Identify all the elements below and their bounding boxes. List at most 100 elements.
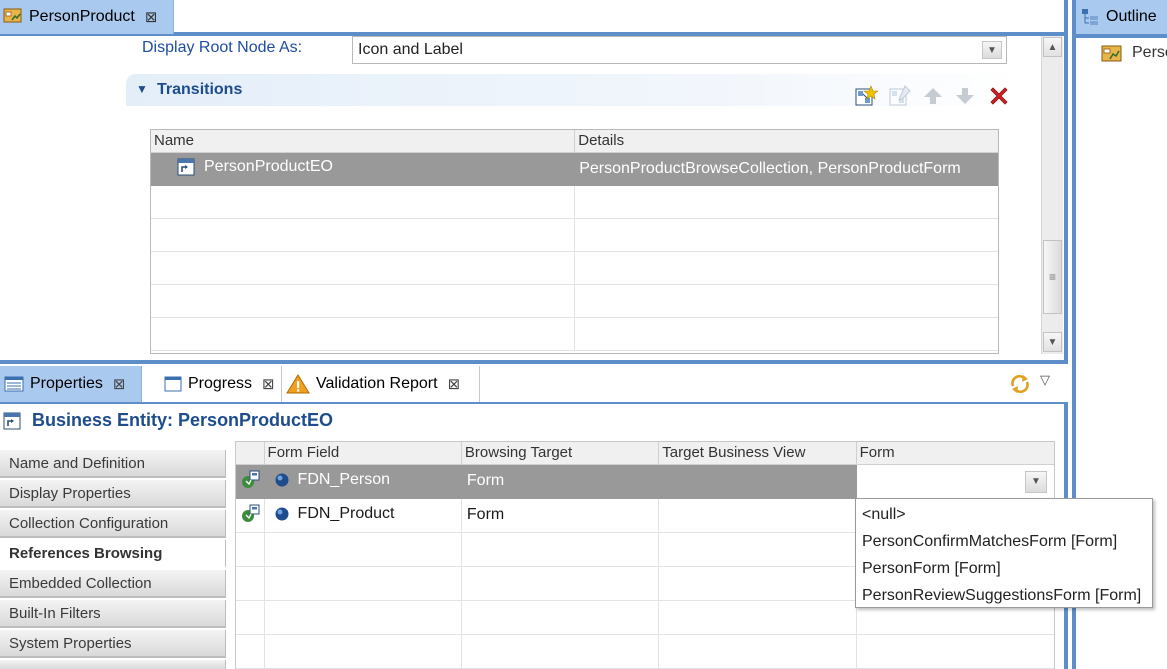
close-icon[interactable]: ⊠ (113, 375, 126, 393)
row-icon-cell (236, 498, 265, 533)
expand-triangle-icon[interactable]: ▼ (136, 82, 148, 96)
column-header-name[interactable]: Name (151, 130, 576, 153)
outline-tree-item[interactable]: Perso (1100, 42, 1167, 64)
column-header-form-field[interactable]: Form Field (264, 442, 462, 465)
tab-validation-report[interactable]: Validation Report ⊠ (282, 366, 480, 402)
column-header-target-business-view[interactable]: Target Business View (658, 442, 857, 465)
browsing-target-cell[interactable]: Form (461, 464, 660, 499)
form-field-cell[interactable]: FDN_Product (264, 498, 462, 533)
empty-cell[interactable] (151, 218, 576, 252)
table-row[interactable] (151, 284, 998, 318)
scroll-thumb[interactable]: ≡ (1043, 240, 1062, 314)
target-business-view-cell[interactable] (658, 464, 857, 499)
empty-cell[interactable] (264, 634, 462, 669)
empty-cell[interactable] (658, 634, 857, 669)
close-icon[interactable]: ⊠ (262, 375, 275, 393)
empty-cell[interactable] (574, 185, 998, 219)
tab-validation-label: Validation Report (316, 375, 438, 392)
table-row[interactable] (151, 317, 998, 351)
entity-link-icon (176, 157, 196, 177)
empty-cell[interactable] (461, 634, 660, 669)
form-dropdown-list[interactable]: <null> PersonConfirmMatchesForm [Form] P… (855, 498, 1153, 608)
nav-item-name-and-definition[interactable]: Name and Definition (0, 450, 226, 478)
delete-transition-button[interactable] (986, 83, 1012, 109)
table-row[interactable] (151, 251, 998, 285)
empty-cell[interactable] (574, 218, 998, 252)
outline-icon (1080, 7, 1100, 27)
empty-cell[interactable] (856, 634, 1054, 669)
move-down-button[interactable] (952, 83, 978, 109)
move-up-button[interactable] (920, 83, 946, 109)
table-row[interactable]: FDN_Person Form ▼ (236, 464, 1054, 499)
nav-item-system-properties[interactable]: System Properties (0, 630, 226, 658)
dropdown-option-null[interactable]: <null> (856, 501, 1152, 528)
empty-cell[interactable] (461, 600, 660, 635)
empty-cell[interactable] (461, 532, 660, 567)
outline-tab[interactable]: Outline (1076, 0, 1167, 34)
outline-item-label: Perso (1132, 44, 1167, 61)
add-transition-button[interactable] (853, 83, 879, 109)
nav-item-collection-configuration[interactable]: Collection Configuration (0, 510, 226, 538)
empty-cell[interactable] (151, 185, 576, 219)
field-dot-icon (274, 506, 290, 522)
empty-cell (236, 634, 265, 669)
edit-transition-button[interactable] (887, 83, 913, 109)
nav-item-embedded-collection[interactable]: Embedded Collection (0, 570, 226, 598)
empty-cell[interactable] (461, 566, 660, 601)
tab-properties[interactable]: Properties ⊠ (0, 366, 142, 402)
table-row[interactable] (151, 218, 998, 252)
column-header-form[interactable]: Form (856, 442, 1054, 465)
display-root-combo[interactable]: Icon and Label ▼ (352, 36, 1007, 64)
chevron-down-icon[interactable]: ▼ (982, 41, 1002, 59)
empty-cell[interactable] (264, 600, 462, 635)
form-field-cell[interactable]: FDN_Person (264, 464, 462, 499)
table-row[interactable] (236, 634, 1054, 669)
outline-tab-label: Outline (1106, 8, 1157, 25)
nav-item-partial[interactable] (0, 660, 226, 669)
target-business-view-cell[interactable] (658, 498, 857, 533)
dropdown-option-person-confirm-matches-form[interactable]: PersonConfirmMatchesForm [Form] (856, 528, 1152, 555)
editor-vertical-scrollbar[interactable]: ▲ ≡ ▼ (1041, 36, 1063, 354)
table-row[interactable]: PersonProductEO PersonProductBrowseColle… (151, 152, 998, 186)
transition-name-cell[interactable]: PersonProductEO (151, 152, 576, 186)
dropdown-option-person-form[interactable]: PersonForm [Form] (856, 555, 1152, 582)
sync-icon[interactable] (1008, 372, 1032, 400)
column-header-details[interactable]: Details (574, 130, 998, 153)
empty-cell[interactable] (658, 600, 857, 635)
pane-sash[interactable] (0, 360, 1068, 364)
scroll-up-icon[interactable]: ▲ (1043, 37, 1062, 57)
form-cell-combo[interactable]: ▼ (856, 464, 1054, 499)
empty-cell[interactable] (151, 317, 576, 351)
nav-item-built-in-filters[interactable]: Built-In Filters (0, 600, 226, 628)
empty-cell[interactable] (151, 284, 576, 318)
table-row[interactable] (151, 185, 998, 219)
transitions-table: Name Details PersonProductEO PersonProdu… (150, 129, 999, 354)
empty-cell[interactable] (264, 566, 462, 601)
entity-title: Business Entity: PersonProductEO (0, 410, 333, 431)
close-icon[interactable]: ⊠ (145, 8, 158, 26)
warning-icon (286, 373, 310, 395)
editor-tab-personproduct[interactable]: PersonProduct ⊠ (0, 0, 174, 34)
empty-cell[interactable] (658, 532, 857, 567)
nav-item-display-properties[interactable]: Display Properties (0, 480, 226, 508)
chevron-down-icon[interactable]: ▼ (1025, 470, 1047, 493)
dropdown-option-person-review-suggestions-form[interactable]: PersonReviewSuggestionsForm [Form] (856, 582, 1152, 609)
empty-cell[interactable] (151, 251, 576, 285)
nav-item-references-browsing[interactable]: References Browsing (0, 540, 226, 568)
close-icon[interactable]: ⊠ (448, 375, 461, 393)
empty-cell[interactable] (264, 532, 462, 567)
empty-cell[interactable] (574, 284, 998, 318)
tab-progress-label: Progress (188, 375, 253, 392)
empty-cell[interactable] (574, 251, 998, 285)
transition-details[interactable]: PersonProductBrowseCollection, PersonPro… (574, 152, 998, 186)
empty-cell[interactable] (574, 317, 998, 351)
edit-icon (889, 85, 911, 106)
view-menu-chevron-icon[interactable]: ▽ (1040, 372, 1050, 388)
column-header-icon (236, 442, 265, 465)
tab-progress[interactable]: Progress ⊠ (142, 366, 282, 402)
browsing-target-cell[interactable]: Form (461, 498, 660, 533)
empty-cell[interactable] (658, 566, 857, 601)
column-header-browsing-target[interactable]: Browsing Target (461, 442, 660, 465)
form-field-name: FDN_Person (297, 470, 391, 488)
scroll-down-icon[interactable]: ▼ (1043, 332, 1062, 352)
